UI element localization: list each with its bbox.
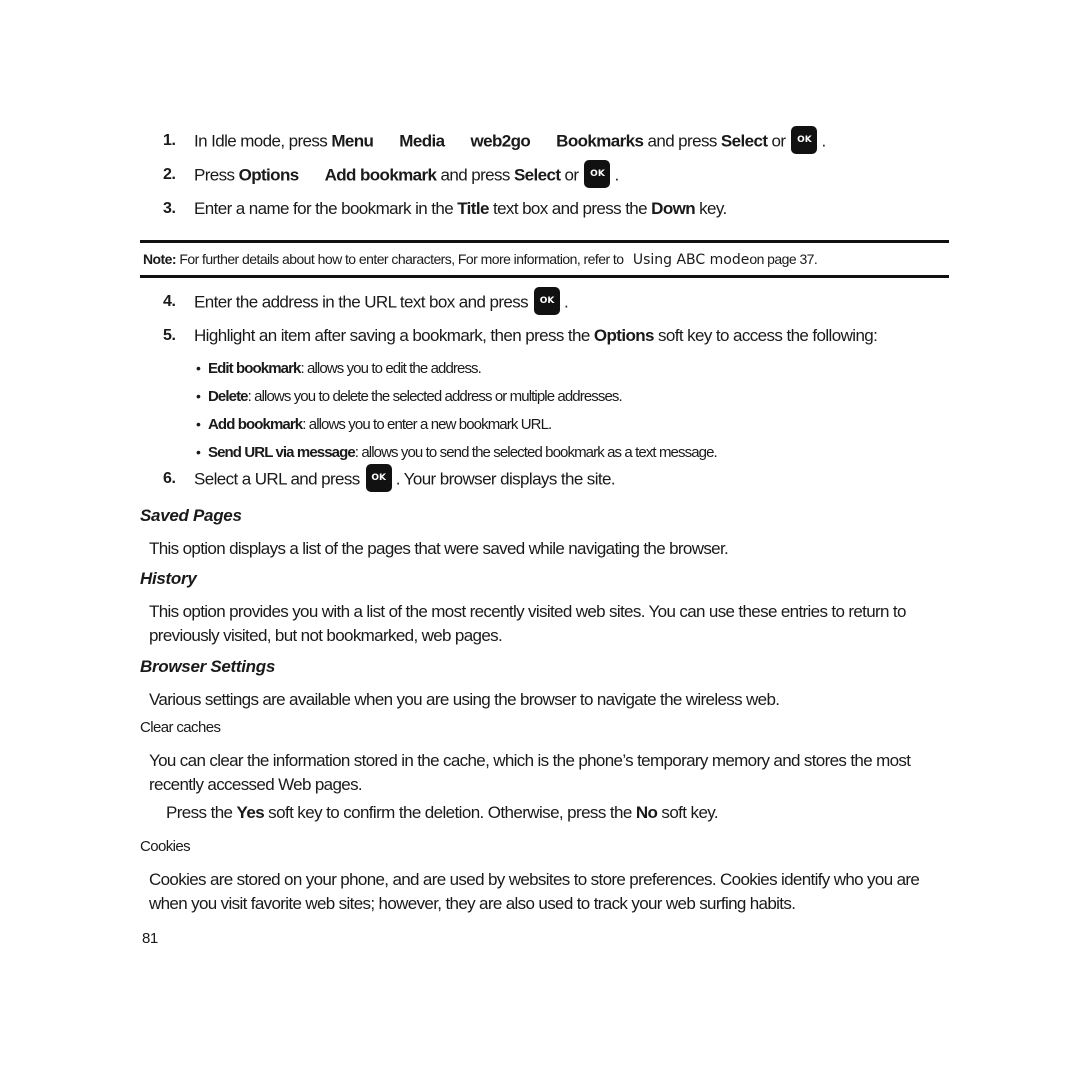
add-bookmark-term: Add bookmark (324, 165, 437, 185)
step-text: . (564, 292, 569, 312)
step-1: In Idle mode, press Menu Media web2go Bookm… (194, 126, 826, 154)
step-6: Select a URL and press OK. Your browser d… (194, 464, 616, 492)
clear-caches-confirm: Press the Yes soft key to confirm the de… (166, 802, 719, 824)
step-text: or (560, 165, 580, 185)
step-2: Press Options Add bookmark and press Sele… (194, 160, 619, 188)
ok-key-icon: OK (534, 287, 561, 315)
list-item: • Edit bookmark: allows you to edit the a… (196, 358, 482, 379)
step-text: . (614, 165, 619, 185)
step-text: and press (643, 131, 721, 151)
step-text: Enter a name for the bookmark in the (194, 199, 458, 218)
option-desc: : allows you to edit the address. (300, 360, 482, 377)
step-number: 5. (163, 327, 176, 344)
bullet-icon: • (196, 360, 201, 376)
option-desc: : allows you to enter a new bookmark URL… (302, 416, 552, 433)
option-term: Edit bookmark (208, 360, 301, 377)
step-4: Enter the address in the URL text box an… (194, 287, 569, 315)
section-heading-browser-settings: Browser Settings (140, 657, 276, 676)
step-number: 1. (163, 132, 176, 149)
note-bottom-rule (140, 275, 949, 278)
ok-key-icon: OK (791, 126, 818, 154)
step-text: text box and press the (488, 199, 652, 218)
option-term: Add bookmark (208, 416, 303, 433)
select-term: Select (513, 165, 561, 185)
note-label: Note: (143, 251, 177, 267)
subheading-clear-caches: Clear caches (140, 719, 221, 736)
options-term: Options (593, 326, 655, 345)
step-text: Select a URL and press (194, 469, 360, 489)
step-text: soft key to access the following: (653, 326, 878, 345)
step-3: Enter a name for the bookmark in the Tit… (194, 198, 727, 220)
bullet-icon: • (196, 388, 201, 404)
step-text: soft key. (657, 803, 719, 822)
title-term: Title (457, 199, 489, 218)
step-text: . Your browser displays the site. (395, 469, 616, 489)
ok-key-icon: OK (365, 464, 392, 492)
step-text: . (821, 131, 826, 151)
down-term: Down (651, 199, 696, 218)
note-top-rule (140, 240, 949, 243)
step-number: 6. (163, 470, 176, 487)
bullet-icon: • (196, 416, 201, 432)
step-text: In Idle mode, press (194, 131, 332, 151)
option-term: Delete (208, 388, 249, 405)
step-number: 3. (163, 200, 176, 217)
step-5: Highlight an item after saving a bookmar… (194, 325, 878, 347)
step-number: 2. (163, 166, 176, 183)
bullet-icon: • (196, 444, 201, 460)
step-text: and press (436, 165, 514, 185)
list-item: • Add bookmark: allows you to enter a new… (196, 414, 552, 435)
ok-key-icon: OK (584, 160, 611, 188)
saved-pages-body: This option displays a list of the pages… (149, 539, 729, 558)
step-text: Press the (166, 803, 237, 822)
cookies-body: Cookies are stored on your phone, and ar… (149, 870, 920, 913)
step-text: soft key to confirm the deletion. Otherw… (264, 803, 636, 822)
bookmarks-term: Bookmarks (556, 131, 644, 151)
section-heading-saved-pages: Saved Pages (140, 506, 242, 525)
step-text: or (767, 131, 787, 151)
history-body: This option provides you with a list of … (149, 602, 906, 645)
menu-term: Menu (331, 131, 374, 151)
subheading-cookies: Cookies (140, 838, 191, 855)
step-text: key. (695, 199, 727, 218)
step-text: Press (194, 165, 239, 185)
page-number: 81 (142, 930, 158, 947)
yes-term: Yes (236, 803, 265, 822)
note-reference: Using ABC mode (632, 252, 750, 268)
clear-caches-body: You can clear the information stored in … (149, 751, 911, 794)
list-item: • Send URL via message: allows you to sen… (196, 442, 718, 463)
option-term: Send URL via message (208, 444, 356, 461)
web2go-term: web2go (470, 131, 531, 151)
section-heading-history: History (140, 569, 197, 588)
step-text: Enter the address in the URL text box an… (194, 292, 529, 312)
note-text: on page 37. (749, 251, 818, 267)
media-term: Media (399, 131, 445, 151)
select-term: Select (720, 131, 768, 151)
step-text: Highlight an item after saving a bookmar… (194, 326, 594, 345)
option-desc: : allows you to send the selected bookma… (354, 444, 718, 461)
options-term: Options (238, 165, 300, 185)
list-item: • Delete: allows you to delete the select… (196, 386, 623, 407)
note-text: For further details about how to enter c… (176, 251, 627, 267)
no-term: No (635, 803, 658, 822)
step-number: 4. (163, 293, 176, 310)
note: Note: For further details about how to e… (143, 249, 818, 270)
browser-settings-body: Various settings are available when you … (149, 690, 780, 709)
option-desc: : allows you to delete the selected addr… (247, 388, 623, 405)
